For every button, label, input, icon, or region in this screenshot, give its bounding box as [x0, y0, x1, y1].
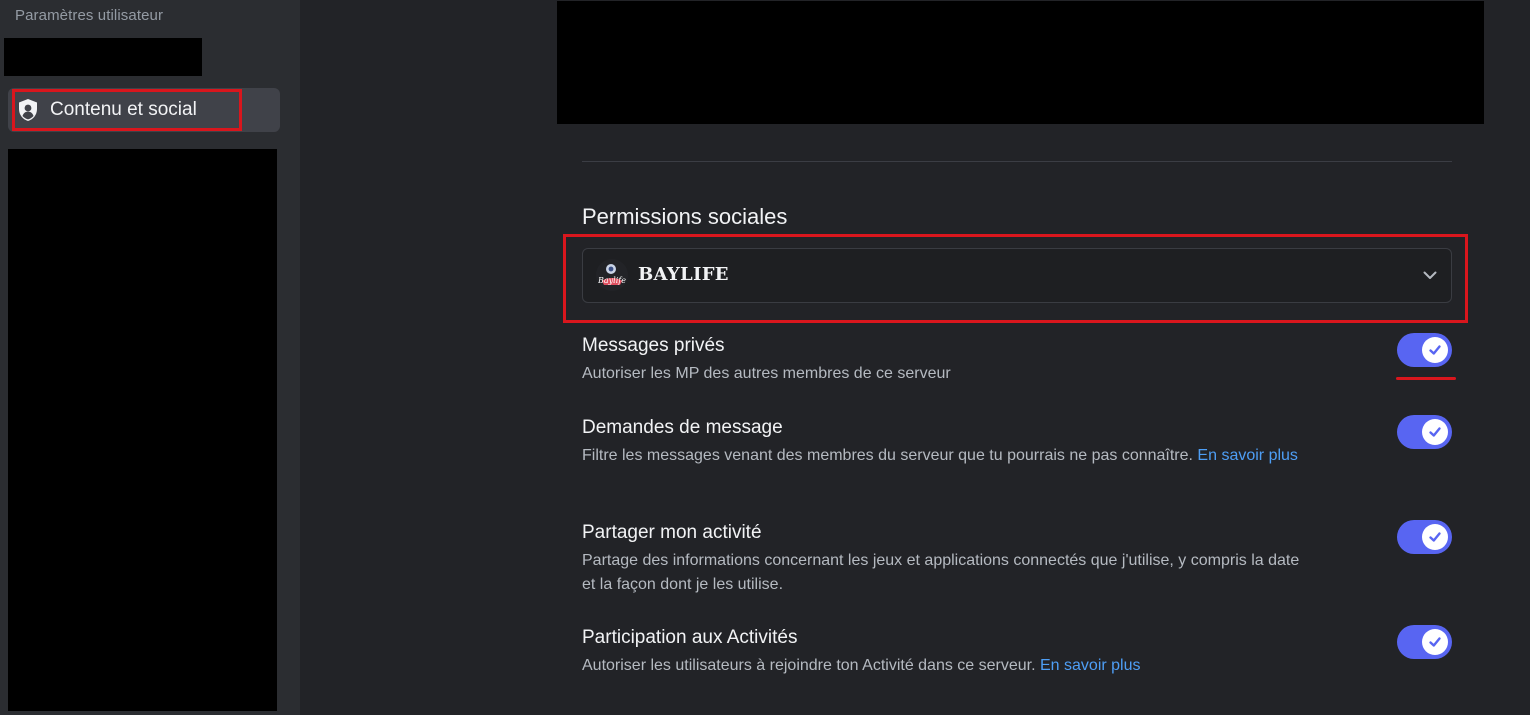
- setting-title-demandes-message: Demandes de message: [582, 417, 783, 438]
- redacted-block: [8, 149, 277, 711]
- annotation-highlight-box: [12, 89, 242, 131]
- section-divider: [582, 161, 1452, 162]
- settings-window: Paramètres utilisateur Contenu et social…: [0, 0, 1530, 715]
- check-icon: [1429, 427, 1441, 437]
- toggle-demandes-message[interactable]: [1397, 415, 1452, 449]
- toggle-participation-activites[interactable]: [1397, 625, 1452, 659]
- toggle-knob: [1422, 337, 1448, 363]
- setting-title-messages-prives: Messages privés: [582, 335, 725, 356]
- setting-title-partager-activite: Partager mon activité: [582, 522, 762, 543]
- setting-description: Autoriser les MP des autres membres de c…: [582, 365, 951, 382]
- setting-title-participation-activites: Participation aux Activités: [582, 627, 798, 648]
- redacted-block: [4, 38, 202, 76]
- setting-description: Filtre les messages venant des membres d…: [582, 447, 1298, 464]
- learn-more-link[interactable]: En savoir plus: [1040, 657, 1141, 674]
- toggle-messages-prives[interactable]: [1397, 333, 1452, 367]
- setting-description: Autoriser les utilisateurs à rejoindre t…: [582, 657, 1141, 674]
- setting-description: Partage des informations concernant les …: [582, 552, 1300, 593]
- sidebar-header: Paramètres utilisateur: [15, 7, 164, 24]
- check-icon: [1429, 345, 1441, 355]
- settings-sidebar: Paramètres utilisateur Contenu et social: [0, 0, 300, 715]
- check-icon: [1429, 532, 1441, 542]
- toggle-partager-activite[interactable]: [1397, 520, 1452, 554]
- toggle-knob: [1422, 419, 1448, 445]
- toggle-knob: [1422, 524, 1448, 550]
- section-title: Permissions sociales: [582, 204, 788, 229]
- check-icon: [1429, 637, 1441, 647]
- learn-more-link[interactable]: En savoir plus: [1197, 447, 1298, 464]
- redacted-block: [557, 1, 1484, 124]
- annotation-underline: [1396, 377, 1456, 380]
- toggle-knob: [1422, 629, 1448, 655]
- annotation-highlight-box: [563, 234, 1468, 323]
